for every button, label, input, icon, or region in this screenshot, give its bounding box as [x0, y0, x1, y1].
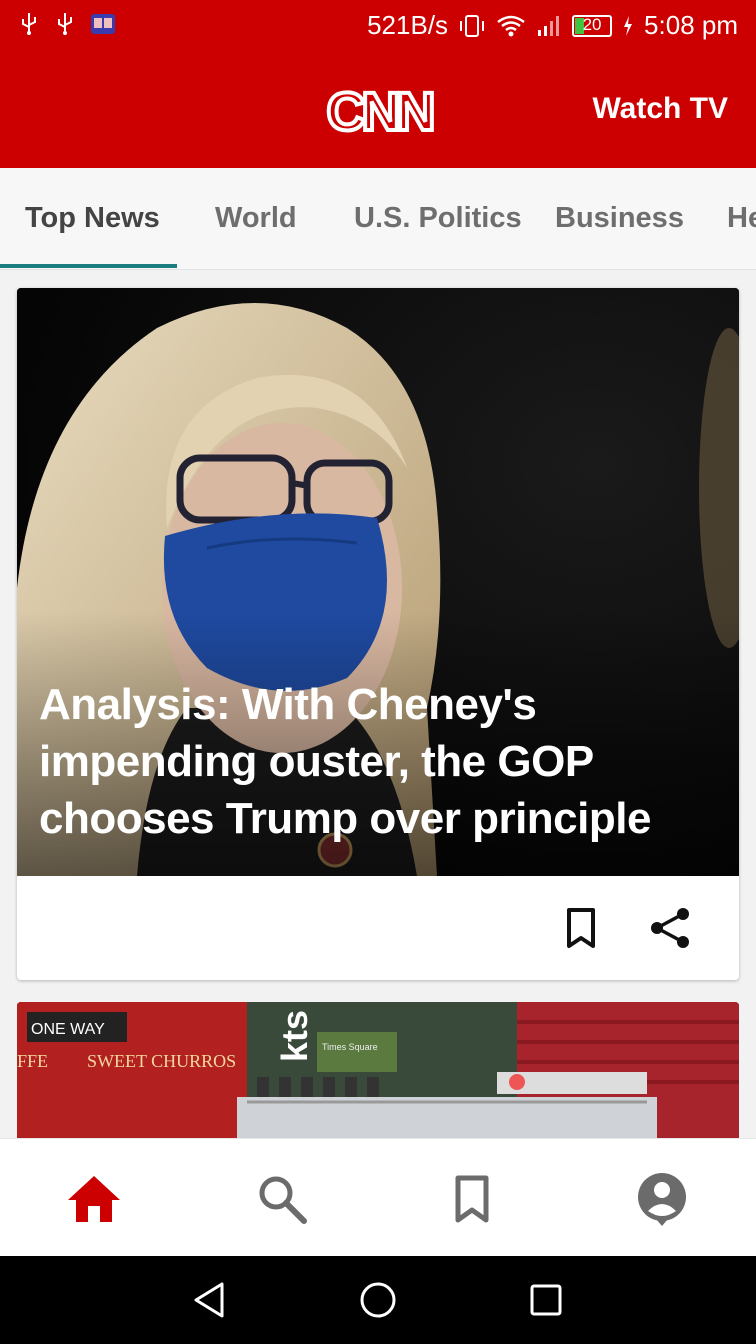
book-icon — [91, 14, 115, 34]
one-way-sign-text: ONE WAY — [31, 1021, 105, 1038]
logo-text: CNN — [327, 82, 433, 140]
cnn-logo[interactable]: CNN — [318, 80, 440, 140]
recents-icon[interactable] — [524, 1278, 568, 1322]
tab-business[interactable]: Business — [555, 202, 684, 235]
tab-health[interactable]: He — [727, 202, 756, 235]
home-icon — [68, 1176, 120, 1222]
charging-icon — [624, 15, 633, 36]
app-header: CNN Watch TV — [0, 52, 756, 168]
wifi-icon — [497, 15, 525, 36]
status-right: 521B/s 20 5:08 pm — [367, 10, 738, 41]
lead-story-card[interactable]: Analysis: With Cheney's impending ouster… — [17, 288, 739, 980]
signal-icon — [538, 15, 560, 36]
back-icon[interactable] — [188, 1278, 232, 1322]
bottom-navigation — [0, 1138, 756, 1256]
home-circle-icon[interactable] — [356, 1278, 400, 1322]
lead-story-headline[interactable]: Analysis: With Cheney's impending ouster… — [39, 676, 699, 847]
tab-us-politics[interactable]: U.S. Politics — [354, 202, 522, 235]
net-speed: 521B/s — [367, 10, 449, 40]
churros-sign-text: SWEET CHURROS — [87, 1051, 236, 1071]
section-tabs: Top News World U.S. Politics Business He — [0, 168, 756, 270]
card-actions — [17, 876, 739, 980]
nav-saved[interactable] — [442, 1169, 502, 1229]
battery-icon: 20 — [572, 14, 613, 37]
tab-top-news[interactable]: Top News — [25, 202, 160, 235]
ffe-sign-text: FFE — [17, 1051, 48, 1071]
profile-icon — [638, 1173, 686, 1226]
status-left-icons — [18, 12, 116, 36]
tab-world[interactable]: World — [215, 202, 297, 235]
tkts-sign-text: kts — [274, 1010, 315, 1062]
battery-level: 20 — [582, 14, 602, 34]
nav-home[interactable] — [64, 1169, 124, 1229]
watch-tv-button[interactable]: Watch TV — [592, 92, 728, 126]
bookmark-icon — [455, 1175, 489, 1223]
times-square-sign-text: Times Square — [322, 1042, 378, 1052]
share-icon[interactable] — [649, 906, 693, 950]
second-story-card[interactable]: ONE WAY FFE SWEET CHURROS kts Times Squa… — [17, 1002, 739, 1142]
nav-profile[interactable] — [632, 1169, 692, 1229]
status-bar: 521B/s 20 5:08 pm — [0, 0, 756, 52]
lead-story-image[interactable]: Analysis: With Cheney's impending ouster… — [17, 288, 739, 876]
active-tab-indicator — [0, 264, 177, 268]
bookmark-icon[interactable] — [561, 906, 601, 950]
search-icon — [259, 1176, 307, 1224]
clock: 5:08 pm — [644, 10, 738, 40]
vibrate-icon — [460, 14, 485, 37]
usb-icon — [58, 13, 72, 35]
nav-search[interactable] — [252, 1169, 312, 1229]
usb-icon — [22, 13, 36, 35]
second-story-image[interactable]: ONE WAY FFE SWEET CHURROS kts Times Squa… — [17, 1002, 739, 1142]
system-navigation-bar — [0, 1256, 756, 1344]
